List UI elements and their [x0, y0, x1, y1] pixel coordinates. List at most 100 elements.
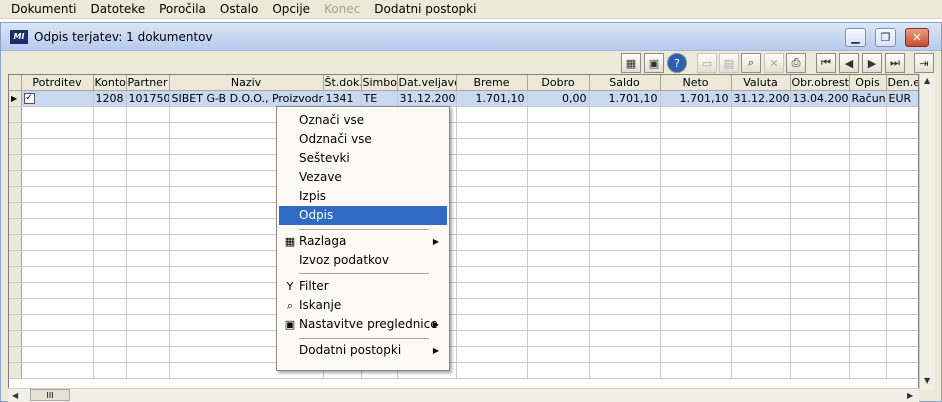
empty-cell — [9, 250, 22, 267]
grid-header-row: Potrditev Konto Partner Naziv Št.dok. Si… — [9, 75, 918, 91]
ctx-nastavitve-preglednice[interactable]: ▣ Nastavitve preglednice ▶ — [279, 315, 447, 334]
partner-cell[interactable]: 101750 — [126, 90, 170, 107]
menu-dokumenti[interactable]: Dokumenti — [4, 0, 83, 19]
empty-cell — [886, 218, 918, 235]
saldo-cell[interactable]: 1.701,10 — [589, 90, 661, 107]
col-breme[interactable]: Breme — [456, 75, 528, 91]
empty-cell — [93, 122, 127, 139]
col-opis[interactable]: Opis — [849, 75, 887, 91]
menu-opcije[interactable]: Opcije — [265, 0, 317, 19]
st-dok-cell[interactable]: 1341 — [323, 90, 362, 107]
col-potrditev[interactable]: Potrditev — [21, 75, 94, 91]
first-icon[interactable]: ⏮ — [816, 53, 836, 73]
ctx-odznaci-vse[interactable]: Odznači vse — [279, 130, 447, 149]
empty-cell — [527, 298, 590, 315]
col-simbol[interactable]: Simbol — [361, 75, 398, 91]
dobro-cell[interactable]: 0,00 — [527, 90, 590, 107]
ctx-odpis[interactable]: Odpis — [279, 206, 447, 225]
col-dat-veljave[interactable]: Dat.veljave — [397, 75, 457, 91]
menu-ostalo[interactable]: Ostalo — [213, 0, 265, 19]
print-icon[interactable]: ⎙ — [786, 53, 806, 73]
col-den-er[interactable]: Den.er — [886, 75, 918, 91]
konto-cell[interactable]: 1208 — [93, 90, 127, 107]
empty-cell — [9, 362, 22, 379]
search-icon[interactable]: ⌕ — [741, 53, 761, 73]
last-icon[interactable]: ⏭ — [885, 53, 905, 73]
empty-cell — [93, 298, 127, 315]
potrditev-checkbox[interactable]: ✓ — [23, 93, 35, 104]
ctx-iskanje[interactable]: ⌕ Iskanje — [279, 296, 447, 315]
ctx-filter-label: Filter — [299, 279, 329, 293]
submenu-arrow-icon: ▶ — [432, 320, 439, 329]
hscroll-thumb[interactable]: III — [30, 389, 70, 401]
empty-cell — [93, 138, 127, 155]
help-icon[interactable]: ? — [667, 53, 687, 73]
empty-cell — [456, 266, 528, 283]
neto-cell[interactable]: 1.701,10 — [660, 90, 732, 107]
ctx-oznaci-vse[interactable]: Označi vse — [279, 111, 447, 130]
den-er-cell[interactable]: EUR — [886, 90, 918, 107]
ctx-filter[interactable]: Y Filter — [279, 277, 447, 296]
menu-datoteke[interactable]: Datoteke — [83, 0, 152, 19]
empty-cell — [456, 314, 528, 331]
minimize-button[interactable]: ▁ — [845, 28, 866, 47]
col-obr-obresti[interactable]: Obr.obresti — [790, 75, 850, 91]
vertical-scrollbar[interactable]: ▲ ▼ — [919, 74, 935, 390]
menu-porocila[interactable]: Poročila — [152, 0, 213, 19]
horizontal-scrollbar[interactable]: ◀ III ▶ — [8, 388, 919, 402]
row-indicator-header — [9, 75, 22, 91]
empty-cell — [731, 330, 791, 347]
prev-icon[interactable]: ◀ — [839, 53, 859, 73]
col-st-dok[interactable]: Št.dok. — [323, 75, 362, 91]
empty-cell — [93, 202, 127, 219]
empty-cell — [589, 186, 661, 203]
restore-button[interactable]: ❐ — [875, 28, 896, 47]
empty-cell — [731, 138, 791, 155]
potrditev-cell[interactable]: ✓ — [21, 90, 94, 107]
empty-cell — [126, 298, 170, 315]
monitor-icon[interactable]: ▣ — [644, 53, 664, 73]
empty-cell — [849, 346, 887, 363]
menu-dodatni-postopki[interactable]: Dodatni postopki — [367, 0, 483, 19]
obr-obresti-cell[interactable]: 13.04.2007 — [790, 90, 850, 107]
dat-veljave-cell[interactable]: 31.12.2008 — [397, 90, 457, 107]
col-naziv[interactable]: Naziv — [169, 75, 324, 91]
submenu-arrow-icon: ▶ — [432, 237, 439, 246]
report-icon[interactable]: ▦ — [621, 53, 641, 73]
col-valuta[interactable]: Valuta — [731, 75, 791, 91]
col-partner[interactable]: Partner — [126, 75, 170, 91]
empty-cell — [589, 138, 661, 155]
exit-icon[interactable]: ⇥ — [914, 53, 934, 73]
opis-cell[interactable]: Račun — [849, 90, 887, 107]
empty-cell — [527, 106, 590, 123]
empty-cell — [731, 122, 791, 139]
empty-cell — [126, 122, 170, 139]
empty-cell — [589, 106, 661, 123]
scroll-down-icon[interactable]: ▼ — [924, 376, 930, 385]
window-titlebar[interactable]: MI Odpis terjatev: 1 dokumentov ▁ ❐ ✕ — [1, 23, 941, 51]
ctx-izpis[interactable]: Izpis — [279, 187, 447, 206]
col-dobro[interactable]: Dobro — [527, 75, 590, 91]
naziv-cell[interactable]: SIBET G-B D.O.O., Proizvodnja — [169, 90, 324, 107]
scroll-up-icon[interactable]: ▲ — [924, 76, 930, 85]
ctx-izvoz-podatkov[interactable]: Izvoz podatkov — [279, 251, 447, 270]
simbol-cell[interactable]: TE — [361, 90, 398, 107]
col-konto[interactable]: Konto — [93, 75, 127, 91]
scroll-left-icon[interactable]: ◀ — [12, 391, 18, 400]
scroll-right-icon[interactable]: ▶ — [907, 391, 913, 400]
empty-cell — [93, 106, 127, 123]
close-button[interactable]: ✕ — [905, 28, 929, 47]
col-neto[interactable]: Neto — [660, 75, 732, 91]
ctx-dodatni-postopki[interactable]: Dodatni postopki ▶ — [279, 341, 447, 360]
ctx-sestevki[interactable]: Seštevki — [279, 149, 447, 168]
ctx-razlaga[interactable]: ▦ Razlaga ▶ — [279, 232, 447, 251]
empty-cell — [790, 218, 850, 235]
valuta-cell[interactable]: 31.12.2008 — [731, 90, 791, 107]
col-saldo[interactable]: Saldo — [589, 75, 661, 91]
empty-cell — [886, 186, 918, 203]
ctx-vezave[interactable]: Vezave — [279, 168, 447, 187]
empty-cell — [456, 330, 528, 347]
table-row[interactable]: ▶ ✓ 1208 101750 SIBET G-B D.O.O., Proizv… — [9, 90, 918, 107]
breme-cell[interactable]: 1.701,10 — [456, 90, 528, 107]
next-icon[interactable]: ▶ — [862, 53, 882, 73]
